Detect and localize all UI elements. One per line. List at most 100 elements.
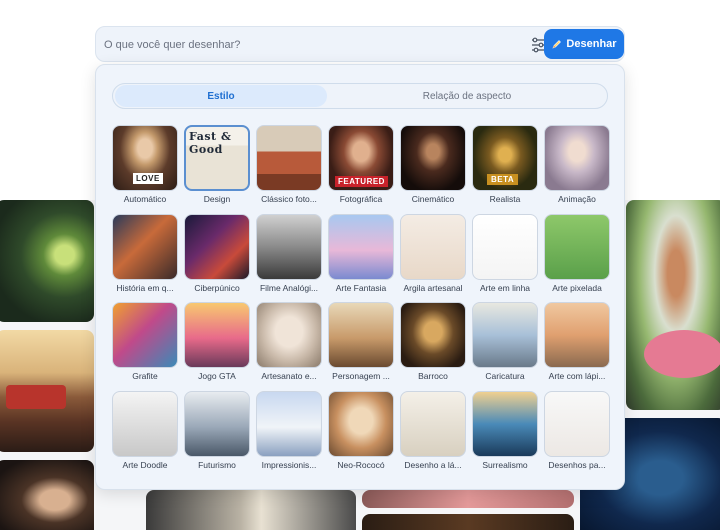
style-option-label: Ciberpúnico [194,283,240,293]
style-option-label: Artesanato e... [261,371,317,381]
style-thumbnail [472,391,538,457]
style-option-label: História em q... [116,283,174,293]
style-option-artesanato[interactable]: Artesanato e... [256,302,322,386]
style-option-label: Barroco [418,371,448,381]
style-option-label: Arte com lápi... [548,371,606,381]
style-thumbnail [256,391,322,457]
thumbnail-caption: Fast & Good [189,130,232,156]
style-thumbnail [472,214,538,280]
style-option-cinematico[interactable]: Cinemático [400,125,466,209]
style-option-label: Realista [489,194,521,204]
style-option-filme-analogico[interactable]: Filme Analógi... [256,214,322,298]
style-thumbnail [472,302,538,368]
panel-tabs: Estilo Relação de aspecto [112,83,608,109]
style-option-label: Clássico foto... [261,194,317,204]
style-option-fotografica[interactable]: FEATURED Fotográfica [328,125,394,209]
style-thumbnail [400,125,466,191]
style-option-personagem[interactable]: Personagem ... [328,302,394,386]
style-option-label: Arte pixelada [552,283,602,293]
style-thumbnail [400,391,466,457]
style-thumbnail [256,214,322,280]
sliders-icon[interactable] [531,37,545,53]
style-thumbnail [112,302,178,368]
style-option-arte-com-lapis[interactable]: Arte com lápi... [544,302,610,386]
style-option-label: Grafite [132,371,158,381]
style-option-arte-doodle[interactable]: Arte Doodle [112,391,178,475]
style-option-label: Automático [123,194,167,204]
style-option-label: Animação [558,194,596,204]
style-thumbnail [256,302,322,368]
style-thumbnail [184,302,250,368]
style-option-argila-artesanal[interactable]: Argila artesanal [400,214,466,298]
style-option-jogo-gta[interactable]: Jogo GTA [184,302,250,386]
style-thumbnail [400,302,466,368]
style-thumbnail [400,214,466,280]
draw-button[interactable]: Desenhar [544,29,624,59]
style-option-impressionismo[interactable]: Impressionis... [256,391,322,475]
style-thumbnail [544,302,610,368]
style-thumbnail [112,391,178,457]
style-option-ciberpunico[interactable]: Ciberpúnico [184,214,250,298]
style-option-design[interactable]: Fast & Good Design [184,125,250,209]
style-option-historia-em-quadrinhos[interactable]: História em q... [112,214,178,298]
style-option-label: Desenho a lá... [404,460,462,470]
style-option-arte-fantasia[interactable]: Arte Fantasia [328,214,394,298]
style-thumbnail [184,391,250,457]
gallery-image-mushroom-house[interactable] [626,200,720,410]
gallery-image-portrait[interactable] [0,460,94,530]
style-thumbnail [256,125,322,191]
style-option-animacao[interactable]: Animação [544,125,610,209]
gallery-image-egg[interactable] [146,490,356,530]
style-option-label: Design [203,194,231,204]
prompt-input[interactable] [104,33,524,57]
style-dropdown-panel: Estilo Relação de aspecto LOVE Automático… [95,64,625,490]
draw-button-label: Desenhar [566,38,617,50]
style-option-label: Personagem ... [332,371,390,381]
style-option-label: Arte Doodle [122,460,168,470]
gallery-image-forest[interactable] [0,200,94,322]
style-option-label: Jogo GTA [198,371,236,381]
style-option-futurismo[interactable]: Futurismo [184,391,250,475]
style-option-label: Arte em linha [479,283,531,293]
gallery-image-pink[interactable] [362,490,574,508]
style-option-arte-em-linha[interactable]: Arte em linha [472,214,538,298]
style-thumbnail [112,214,178,280]
style-option-label: Neo-Rococó [337,460,385,470]
style-option-desenhos-para-colorir[interactable]: Desenhos pa... [544,391,610,475]
style-option-label: Argila artesanal [403,283,463,293]
style-option-label: Surrealismo [482,460,528,470]
style-option-label: Fotográfica [339,194,383,204]
prompt-bar: Desenhar [95,26,625,62]
style-option-label: Impressionis... [261,460,317,470]
style-option-neo-rococo[interactable]: Neo-Rococó [328,391,394,475]
style-option-label: Filme Analógi... [259,283,319,293]
style-thumbnail: FEATURED [328,125,394,191]
style-option-arte-pixelada[interactable]: Arte pixelada [544,214,610,298]
thumbnail-caption: LOVE [133,173,163,184]
style-option-surrealismo[interactable]: Surrealismo [472,391,538,475]
style-option-barroco[interactable]: Barroco [400,302,466,386]
tab-aspect-ratio[interactable]: Relação de aspecto [361,85,573,107]
style-option-caricatura[interactable]: Caricatura [472,302,538,386]
style-thumbnail: LOVE [112,125,178,191]
style-thumbnail [544,214,610,280]
style-thumbnail [328,214,394,280]
thumbnail-caption: FEATURED [335,176,388,187]
style-thumbnail: Fast & Good [184,125,250,191]
style-thumbnail [544,125,610,191]
style-option-label: Arte Fantasia [335,283,387,293]
style-option-realista[interactable]: BETA Realista [472,125,538,209]
thumbnail-caption: BETA [487,174,519,185]
tab-style[interactable]: Estilo [115,85,327,107]
style-option-label: Cinemático [411,194,455,204]
style-option-label: Futurismo [198,460,236,470]
style-option-grafite[interactable]: Grafite [112,302,178,386]
style-option-label: Caricatura [485,371,525,381]
style-option-desenho-a-lapis[interactable]: Desenho a lá... [400,391,466,475]
style-thumbnail [544,391,610,457]
gallery-image-dark[interactable] [362,514,574,530]
gallery-image-tram-city[interactable] [0,330,94,452]
style-option-classico-foto[interactable]: Clássico foto... [256,125,322,209]
pencil-icon [551,39,562,50]
style-option-automatico[interactable]: LOVE Automático [112,125,178,209]
